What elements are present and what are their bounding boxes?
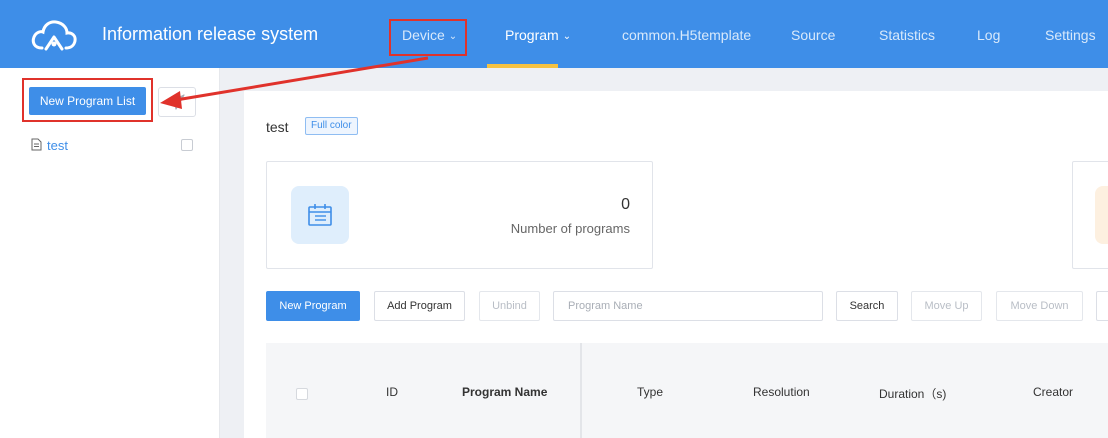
- annotation-box-new-list: [22, 78, 153, 122]
- document-icon: [31, 138, 42, 151]
- nav-settings[interactable]: Settings: [1045, 27, 1096, 43]
- nav-source[interactable]: Source: [791, 27, 835, 43]
- unbind-button[interactable]: Unbind: [479, 291, 540, 321]
- move-down-button[interactable]: Move Down: [996, 291, 1083, 321]
- column-header-id[interactable]: ID: [386, 385, 398, 399]
- add-program-button[interactable]: Add Program: [374, 291, 465, 321]
- list-item[interactable]: test: [30, 136, 200, 154]
- column-header-creator[interactable]: Creator: [1033, 385, 1073, 399]
- column-header-duration[interactable]: Duration（s): [879, 385, 946, 402]
- annotation-box-device: [389, 19, 467, 56]
- list-item-checkbox[interactable]: [181, 139, 193, 151]
- stat-value: 0: [621, 196, 630, 213]
- list-item-label: test: [47, 138, 68, 153]
- column-header-resolution[interactable]: Resolution: [753, 385, 810, 399]
- nav-program[interactable]: Program ⌄: [505, 27, 571, 43]
- program-name-search-input[interactable]: [553, 291, 823, 321]
- column-header-type[interactable]: Type: [637, 385, 663, 399]
- nav-program-label: Program: [505, 27, 559, 43]
- nav-h5template[interactable]: common.H5template: [622, 27, 751, 43]
- nav-active-indicator: [487, 64, 558, 68]
- color-type-tag: Full color: [305, 117, 358, 135]
- stat-icon-background: [291, 186, 349, 244]
- nav-log[interactable]: Log: [977, 27, 1000, 43]
- new-program-button[interactable]: New Program: [266, 291, 360, 321]
- stat-card-partial: [1072, 161, 1108, 269]
- top-navigation-bar: Information release system Device ⌄ Progr…: [0, 0, 1108, 68]
- column-divider: [580, 343, 582, 438]
- app-title: Information release system: [102, 24, 319, 44]
- search-button[interactable]: Search: [836, 291, 898, 321]
- chevron-down-icon: ⌄: [562, 31, 572, 42]
- sidebar: [0, 68, 220, 438]
- calendar-icon: [308, 204, 332, 226]
- nav-statistics[interactable]: Statistics: [879, 27, 935, 43]
- move-up-button[interactable]: Move Up: [911, 291, 982, 321]
- stat-icon-background: [1095, 186, 1108, 244]
- more-button[interactable]: [1096, 291, 1108, 321]
- select-all-checkbox[interactable]: [296, 388, 308, 400]
- page-title: test: [266, 119, 289, 135]
- paper-plane-icon: [169, 94, 185, 110]
- send-button[interactable]: [158, 87, 196, 117]
- cloud-logo-icon: [31, 20, 77, 51]
- stat-label: Number of programs: [510, 221, 630, 236]
- stat-card-programs: 0 Number of programs: [266, 161, 653, 269]
- column-header-program-name[interactable]: Program Name: [462, 385, 547, 399]
